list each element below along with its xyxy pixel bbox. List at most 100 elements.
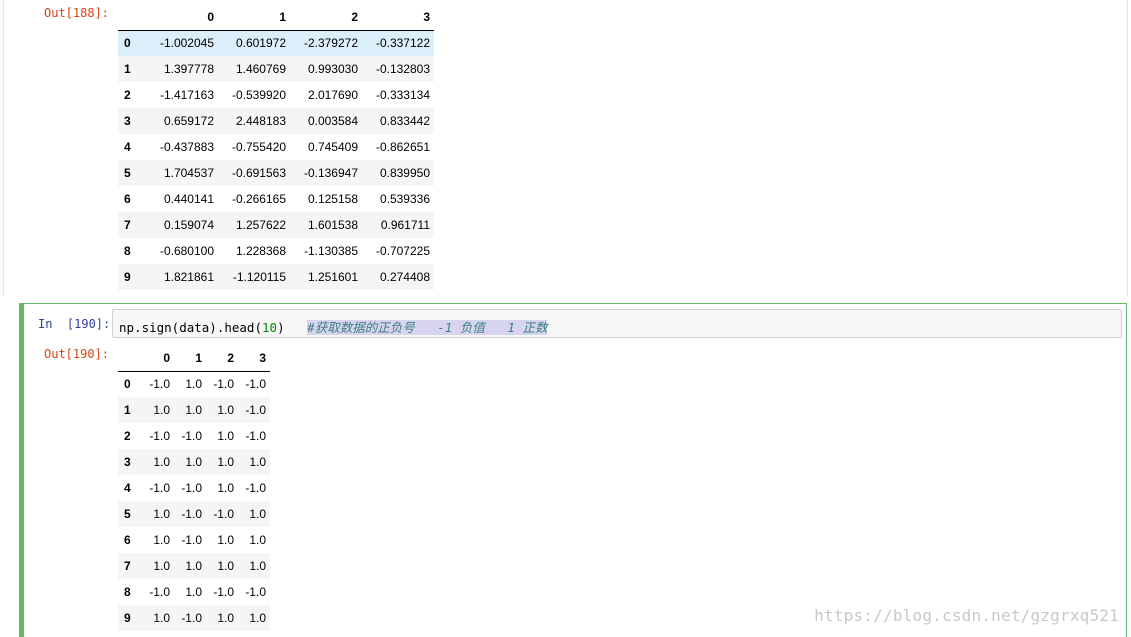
table-cell: -1.0	[149, 429, 170, 443]
code-paren: )	[277, 320, 308, 335]
table-cell: 1.0	[153, 507, 170, 521]
table-cell: -0.691563	[231, 166, 286, 180]
table-cell: -1.0	[181, 507, 202, 521]
table-cell: 1.0	[249, 455, 266, 469]
column-header: 0	[138, 4, 218, 31]
code-input-area[interactable]: np.sign(data).head(10) #获取数据的正负号 -1 负值 1…	[112, 309, 1122, 338]
table-cell: 0.745409	[307, 140, 358, 154]
cell-gutter-line-right	[1127, 0, 1128, 296]
cell-gutter-line	[3, 0, 4, 296]
table-cell: -1.0	[245, 481, 266, 495]
table-row: 6 0.440141 -0.266165 0.125158 0.539336	[118, 186, 434, 212]
table-cell: -0.136947	[303, 166, 358, 180]
table-row: 5 1.704537 -0.691563 -0.136947 0.839950	[118, 160, 434, 186]
table-cell: -1.130385	[303, 244, 358, 258]
table-cell: -1.002045	[159, 36, 214, 51]
table-cell: 1.0	[153, 455, 170, 469]
table-cell: 1.821861	[163, 270, 214, 284]
dataframe-output-190: 0 1 2 3 0 -1.0 1.0 -1.0 -1.0 1 1.0 1.0 1.0 -1.0 2 -1.0-…	[118, 345, 270, 631]
column-header: 1	[174, 345, 206, 372]
table-cell: 1.0	[249, 611, 266, 625]
table-cell: -0.707225	[375, 244, 430, 258]
table-cell: -1.0	[149, 585, 170, 599]
input-prompt-190: In [190]:	[38, 317, 111, 331]
table-cell: -1.0	[181, 533, 202, 547]
code-call: np.sign(data).head(	[119, 320, 262, 335]
column-header: 2	[290, 4, 362, 31]
table-cell: 1.0	[217, 611, 234, 625]
table-row: 8 -0.680100 1.228368 -1.130385 -0.707225	[118, 238, 434, 264]
table-cell: 1.0	[185, 455, 202, 469]
table-cell: -1.0	[181, 429, 202, 443]
table-row: 9 1.0 -1.0 1.0 1.0	[118, 605, 270, 631]
table-cell: 1.228368	[235, 244, 286, 258]
table-row: 1 1.397778 1.460769 0.993030 -0.132803	[118, 56, 434, 82]
table-cell: 0.539336	[379, 192, 430, 206]
table-row: 7 0.159074 1.257622 1.601538 0.961711	[118, 212, 434, 238]
table-cell: -1.0	[245, 585, 266, 599]
table-cell: 1.0	[249, 559, 266, 573]
table-row: 4 -0.437883 -0.755420 0.745409 -0.862651	[118, 134, 434, 160]
table-cell: 0.003584	[307, 114, 358, 128]
watermark-text: https://blog.csdn.net/gzgrxq521	[814, 606, 1119, 625]
table-cell: 0.159074	[163, 218, 214, 232]
table-cell: 1.0	[217, 559, 234, 573]
column-header: 1	[218, 4, 290, 31]
table-cell: 1.0	[217, 403, 234, 417]
table-cell: -0.132803	[375, 62, 430, 76]
table-cell: 1.0	[249, 533, 266, 547]
table-cell: 0.659172	[163, 114, 214, 128]
table-row: 8 -1.0 1.0 -1.0 -1.0	[118, 579, 270, 605]
table-row: 1 1.0 1.0 1.0 -1.0	[118, 397, 270, 423]
table-cell: 0.839950	[379, 166, 430, 180]
row-index: 0	[124, 377, 131, 392]
column-header: 3	[238, 345, 270, 372]
table-cell: 0.125158	[307, 192, 358, 206]
table-cell: 0.833442	[379, 114, 430, 128]
row-index: 2	[124, 429, 131, 443]
output-prompt-190: Out[190]:	[44, 347, 110, 361]
table-row: 2 -1.0 -1.0 1.0 -1.0	[118, 423, 270, 449]
table-cell: 1.0	[217, 455, 234, 469]
table-cell: 1.460769	[235, 62, 286, 76]
code-line[interactable]: np.sign(data).head(10) #获取数据的正负号 -1 负值 1…	[119, 317, 548, 336]
table-cell: 1.397778	[163, 62, 214, 76]
row-index: 3	[124, 114, 131, 128]
row-index: 4	[124, 481, 131, 495]
table-cell: 2.017690	[307, 88, 358, 102]
table-cell: 1.704537	[163, 166, 214, 180]
table-row: 7 1.0 1.0 1.0 1.0	[118, 553, 270, 579]
table-row: 9 1.821861 -1.120115 1.251601 0.274408	[118, 264, 434, 290]
table-row: 6 1.0 -1.0 1.0 1.0	[118, 527, 270, 553]
table-cell: -1.0	[213, 585, 234, 599]
row-index: 1	[124, 62, 131, 76]
table-cell: 1.0	[185, 403, 202, 417]
table-row: 3 1.0 1.0 1.0 1.0	[118, 449, 270, 475]
table-cell: 1.0	[185, 585, 202, 599]
table-cell: -1.120115	[232, 270, 286, 284]
table-row: 3 0.659172 2.448183 0.003584 0.833442	[118, 108, 434, 134]
table-cell: 1.601538	[307, 218, 358, 232]
table-row: 2 -1.417163 -0.539920 2.017690 -0.333134	[118, 82, 434, 108]
table-cell: 0.993030	[307, 62, 358, 76]
table-cell: -1.0	[245, 403, 266, 417]
table-cell: -0.337122	[375, 36, 430, 51]
row-index: 0	[124, 36, 131, 51]
row-index: 4	[124, 140, 131, 154]
column-header: 3	[362, 4, 434, 31]
row-index: 2	[124, 88, 131, 102]
dataframe-output-188: 0 1 2 3 0 -1.002045 0.601972 -2.379272 -0.337122…	[118, 4, 434, 290]
row-index: 6	[124, 192, 131, 206]
table-cell: -1.0	[181, 481, 202, 495]
table-cell: -1.0	[149, 481, 170, 495]
table-cell: 1.0	[217, 481, 234, 495]
table-cell: 0.601972	[235, 36, 286, 51]
table-cell: 1.0	[153, 559, 170, 573]
table-cell: -1.0	[149, 377, 170, 392]
table-cell: -1.0	[245, 377, 266, 392]
output-prompt-188: Out[188]:	[44, 6, 110, 20]
table-cell: 1.0	[185, 559, 202, 573]
table-cell: -0.539920	[231, 88, 286, 102]
table-cell: -0.680100	[159, 244, 214, 258]
table-row: 4 -1.0 -1.0 1.0 -1.0	[118, 475, 270, 501]
